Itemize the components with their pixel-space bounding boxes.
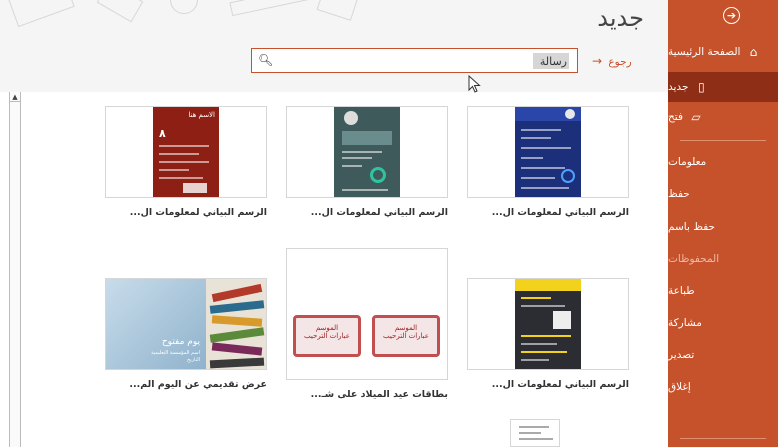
sidebar-item-home[interactable]: ⌂ الصفحة الرئيسية <box>668 37 778 67</box>
vertical-scrollbar[interactable]: ▲ <box>9 92 21 447</box>
backstage-sidebar: ➔ ⌂ الصفحة الرئيسية ▯ جديد ▱ فتح معلومات… <box>668 0 778 447</box>
sidebar-item-label: حفظ باسم <box>668 221 716 233</box>
mouse-cursor-icon <box>468 75 481 93</box>
template-label: الرسم البياني لمعلومات ال... <box>491 379 629 390</box>
template-label: الرسم البياني لمعلومات ال... <box>129 207 267 218</box>
scroll-up-icon[interactable]: ▲ <box>10 92 20 102</box>
template-thumbnail[interactable] <box>467 106 629 198</box>
sidebar-item-label: الصفحة الرئيسية <box>668 46 741 58</box>
infographic-resume-yellow <box>515 279 581 369</box>
template-thumbnail-partial[interactable] <box>510 419 560 447</box>
books-image <box>206 279 266 369</box>
arrow-left-icon: ➔ <box>726 9 737 22</box>
sidebar-divider <box>680 438 766 439</box>
sidebar-item-save-as[interactable]: حفظ باسم <box>668 212 778 242</box>
sidebar-item-label: تصدير <box>668 349 695 361</box>
template-label: بطاقات عيد الميلاد على شـ... <box>310 389 448 400</box>
card-title: الموسم <box>315 324 339 332</box>
header-decoration <box>0 0 668 92</box>
infographic-resume-red: الاسم هنا ٨ <box>153 107 219 197</box>
sidebar-item-history[interactable]: المحفوظات <box>668 244 778 274</box>
sidebar-divider <box>680 140 766 141</box>
back-button[interactable]: ➔ <box>723 7 740 24</box>
sidebar-item-label: إغلاق <box>668 381 691 393</box>
template-thumbnail[interactable] <box>467 278 629 370</box>
slide-background: يوم مفتوح اسم المؤسسة التعليمية التاريخ <box>106 279 206 369</box>
card-subtitle: عبارات الترحيب <box>383 332 429 340</box>
template-thumbnail[interactable]: الاسم هنا ٨ <box>105 106 267 198</box>
slide-date: التاريخ <box>187 357 200 363</box>
doodle-shape <box>316 0 360 21</box>
infographic-resume-blue <box>515 107 581 197</box>
open-folder-icon: ▱ <box>691 110 701 124</box>
template-card[interactable]: الرسم البياني لمعلومات ال... <box>286 106 448 218</box>
home-icon: ⌂ <box>749 45 758 59</box>
back-link-label: رجوع <box>608 56 632 68</box>
card-title: الموسم <box>394 324 418 332</box>
sidebar-item-close[interactable]: إغلاق <box>668 372 778 402</box>
arrow-right-icon: → <box>592 54 603 68</box>
sidebar-item-info[interactable]: معلومات <box>668 147 778 177</box>
sidebar-item-export[interactable]: تصدير <box>668 340 778 370</box>
template-card[interactable]: الرسم البياني لمعلومات ال... <box>467 106 629 218</box>
sidebar-item-label: طباعة <box>668 285 695 297</box>
greeting-card-right: الموسم عبارات الترحيب <box>372 315 440 357</box>
sidebar-item-label: مشاركة <box>668 317 702 329</box>
template-card[interactable]: الرسم البياني لمعلومات ال... <box>467 278 629 390</box>
infographic-resume-teal <box>334 107 400 197</box>
slide-subtitle: اسم المؤسسة التعليمية <box>151 350 200 356</box>
doodle-shape <box>229 0 311 17</box>
search-icon[interactable]: 🔍︎ <box>258 53 273 67</box>
template-label: عرض تقديمي عن اليوم الم... <box>129 379 267 390</box>
doodle-shape <box>170 0 198 14</box>
search-input[interactable] <box>533 53 569 69</box>
template-thumbnail[interactable]: يوم مفتوح اسم المؤسسة التعليمية التاريخ <box>105 278 267 370</box>
search-box[interactable]: 🔍︎ <box>251 48 578 73</box>
sidebar-item-new[interactable]: ▯ جديد <box>668 72 778 102</box>
doodle-shape <box>96 0 144 23</box>
sidebar-item-label: فتح <box>668 111 683 123</box>
template-label: الرسم البياني لمعلومات ال... <box>310 207 448 218</box>
sidebar-item-label: جديد <box>668 81 689 93</box>
sidebar-item-label: حفظ <box>668 188 690 200</box>
template-card[interactable]: يوم مفتوح اسم المؤسسة التعليمية التاريخ … <box>105 278 267 390</box>
sidebar-item-open[interactable]: ▱ فتح <box>668 102 778 132</box>
slide-title: يوم مفتوح <box>161 337 200 347</box>
sidebar-item-label: معلومات <box>668 156 707 168</box>
template-label: الرسم البياني لمعلومات ال... <box>491 207 629 218</box>
template-card[interactable]: الاسم هنا ٨ الرسم البياني لمعلومات ال... <box>105 106 267 218</box>
back-link[interactable]: رجوع → <box>592 54 632 68</box>
sidebar-item-label: المحفوظات <box>668 253 720 265</box>
sidebar-item-print[interactable]: طباعة <box>668 276 778 306</box>
sidebar-item-share[interactable]: مشاركة <box>668 308 778 338</box>
page-title: جديد <box>597 4 644 32</box>
greeting-card-left: الموسم عبارات الترحيب <box>293 315 361 357</box>
card-subtitle: عبارات الترحيب <box>304 332 350 340</box>
doodle-shape <box>5 0 75 28</box>
template-thumbnail[interactable] <box>286 106 448 198</box>
thumbnail-title: الاسم هنا <box>188 111 215 119</box>
new-file-icon: ▯ <box>698 80 705 94</box>
template-thumbnail[interactable]: الموسم عبارات الترحيب الموسم عبارات التر… <box>286 248 448 380</box>
thumbnail-number: ٨ <box>159 127 166 140</box>
sidebar-item-save[interactable]: حفظ <box>668 179 778 209</box>
template-card[interactable]: الموسم عبارات الترحيب الموسم عبارات التر… <box>286 248 448 400</box>
